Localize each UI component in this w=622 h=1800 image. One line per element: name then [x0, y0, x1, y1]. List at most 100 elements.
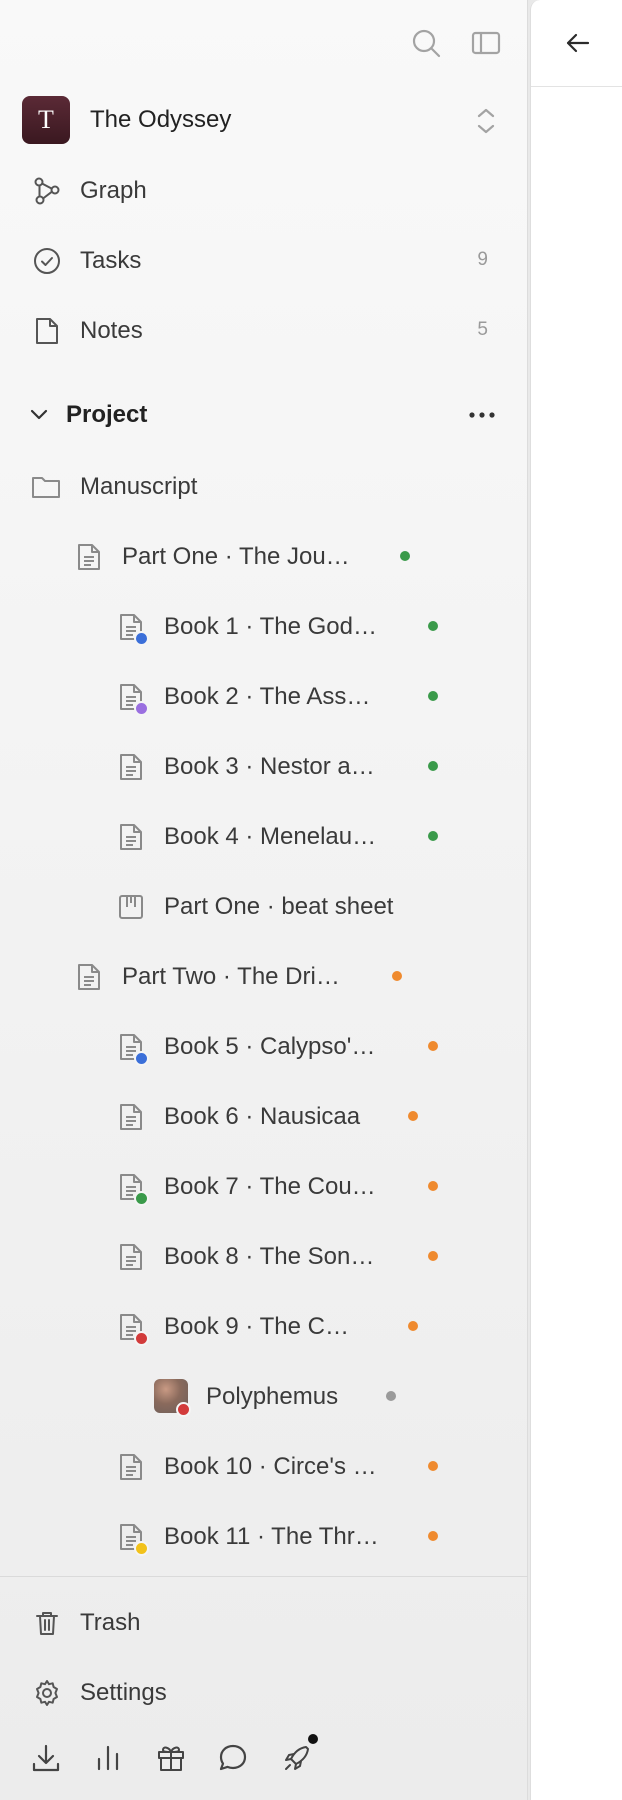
- gift-icon: [158, 1746, 184, 1771]
- category-badge: [134, 1331, 149, 1346]
- tree-item-label: Book 7 · The Cou…: [164, 1173, 376, 1200]
- status-dot: [428, 691, 438, 701]
- note-icon: [32, 316, 62, 346]
- check-circle-icon: [32, 246, 62, 276]
- nav-label-graph: Graph: [80, 177, 147, 204]
- folder-icon: [30, 472, 60, 502]
- launch-button[interactable]: [280, 1734, 318, 1775]
- tree-item-label: Book 5 · Calypso'…: [164, 1033, 376, 1060]
- document-icon: [116, 822, 146, 852]
- tree-doc-book-4[interactable]: Book 4 · Menelau…: [0, 806, 528, 866]
- section-title: Project: [66, 401, 148, 428]
- notes-count: 5: [477, 319, 488, 340]
- nav-item-notes[interactable]: Notes 5: [0, 300, 528, 360]
- tree-item-polyphemus[interactable]: Polyphemus: [0, 1366, 528, 1426]
- gear-icon: [32, 1678, 62, 1708]
- tree-item-label: Book 2 · The Ass…: [164, 683, 371, 710]
- rocket-icon: [285, 1746, 309, 1770]
- arrow-left-icon: [566, 33, 590, 53]
- tree-doc-book-1[interactable]: Book 1 · The God…: [0, 596, 528, 656]
- category-badge: [176, 1402, 191, 1417]
- tree-doc-book-7[interactable]: Book 7 · The Cou…: [0, 1156, 528, 1216]
- nav-item-graph[interactable]: Graph: [0, 160, 528, 220]
- category-badge: [134, 1191, 149, 1206]
- tree-item-label: Book 9 · The C…: [164, 1313, 349, 1340]
- document-icon: [116, 1032, 149, 1066]
- back-button[interactable]: [561, 26, 595, 60]
- search-icon: [412, 29, 441, 58]
- beat-sheet-icon: [116, 892, 146, 922]
- status-dot: [428, 1461, 438, 1471]
- status-dot: [386, 1391, 396, 1401]
- category-badge: [134, 701, 149, 716]
- section-collapse-button[interactable]: [24, 398, 54, 432]
- document-icon: [116, 752, 146, 782]
- tree-item-label: Part One · The Jou…: [122, 543, 350, 570]
- tree-doc-book-6[interactable]: Book 6 · Nausicaa: [0, 1086, 528, 1146]
- tree-item-label: Book 6 · Nausicaa: [164, 1103, 361, 1130]
- workspace-name: The Odyssey: [90, 106, 232, 133]
- status-dot: [428, 621, 438, 631]
- notification-dot: [308, 1734, 318, 1744]
- document-icon: [116, 1522, 149, 1556]
- image-thumbnail: [154, 1379, 191, 1417]
- nav-item-tasks[interactable]: Tasks 9: [0, 230, 528, 290]
- sidebar: T The Odyssey Graph Tasks 9 Notes 5 Proj…: [0, 0, 528, 1800]
- status-dot: [408, 1111, 418, 1121]
- status-dot: [428, 831, 438, 841]
- document-icon: [74, 542, 104, 572]
- tree-doc-book-10[interactable]: Book 10 · Circe's …: [0, 1436, 528, 1496]
- category-badge: [134, 1541, 149, 1556]
- settings-button[interactable]: Settings: [0, 1662, 528, 1722]
- category-badge: [134, 631, 149, 646]
- tree-doc-book-8[interactable]: Book 8 · The Son…: [0, 1226, 528, 1286]
- trash-icon: [32, 1608, 62, 1638]
- search-button[interactable]: [408, 25, 444, 61]
- nav-label-notes: Notes: [80, 317, 143, 344]
- document-icon: [116, 1242, 146, 1272]
- bar-chart-icon: [97, 1745, 119, 1771]
- tree-doc-part-two[interactable]: Part Two · The Dri…: [0, 946, 528, 1006]
- tree-item-label: Part One · beat sheet: [164, 893, 394, 920]
- tree-item-label: Polyphemus: [206, 1383, 339, 1410]
- tree-doc-book-11[interactable]: Book 11 · The Thr…: [0, 1506, 528, 1566]
- tree-doc-book-5[interactable]: Book 5 · Calypso'…: [0, 1016, 528, 1076]
- chevron-up-down-icon: [472, 104, 500, 143]
- status-dot: [400, 551, 410, 561]
- tree-item-label: Book 11 · The Thr…: [164, 1523, 379, 1550]
- chat-icon: [219, 1744, 247, 1771]
- download-button[interactable]: [29, 1741, 63, 1775]
- more-horizontal-icon: [469, 412, 495, 418]
- status-dot: [428, 761, 438, 771]
- editor-toolbar: [531, 0, 622, 87]
- workspace-switcher[interactable]: T The Odyssey: [20, 96, 500, 146]
- tree-item-label: Book 8 · The Son…: [164, 1243, 375, 1270]
- tree-beat-sheet-part-one[interactable]: Part One · beat sheet: [0, 876, 528, 936]
- chat-button[interactable]: [216, 1741, 250, 1775]
- tree-item-label: Book 3 · Nestor a…: [164, 753, 375, 780]
- nav-label-tasks: Tasks: [80, 247, 142, 274]
- section-more-button[interactable]: [464, 398, 500, 432]
- document-icon: [116, 612, 149, 646]
- document-icon: [116, 1172, 149, 1206]
- footer-divider: [0, 1576, 528, 1577]
- document-icon: [116, 682, 149, 716]
- status-dot: [428, 1041, 438, 1051]
- graph-icon: [32, 176, 62, 206]
- tree-label-manuscript: Manuscript: [80, 473, 198, 500]
- document-icon: [116, 1312, 149, 1346]
- document-icon: [116, 1102, 146, 1132]
- trash-button[interactable]: Trash: [0, 1592, 528, 1652]
- tree-folder-manuscript[interactable]: Manuscript: [0, 456, 528, 516]
- tree-doc-part-one[interactable]: Part One · The Jou…: [0, 526, 528, 586]
- tree-doc-book-9[interactable]: Book 9 · The C…: [0, 1296, 528, 1356]
- editor-panel: [530, 0, 622, 1800]
- tree-doc-book-2[interactable]: Book 2 · The Ass…: [0, 666, 528, 726]
- gift-button[interactable]: [154, 1741, 188, 1775]
- category-badge: [134, 1051, 149, 1066]
- workspace-avatar: T: [22, 96, 70, 144]
- tree-doc-book-3[interactable]: Book 3 · Nestor a…: [0, 736, 528, 796]
- statistics-button[interactable]: [91, 1741, 125, 1775]
- sidebar-toggle-button[interactable]: [468, 25, 504, 61]
- trash-label: Trash: [80, 1609, 141, 1636]
